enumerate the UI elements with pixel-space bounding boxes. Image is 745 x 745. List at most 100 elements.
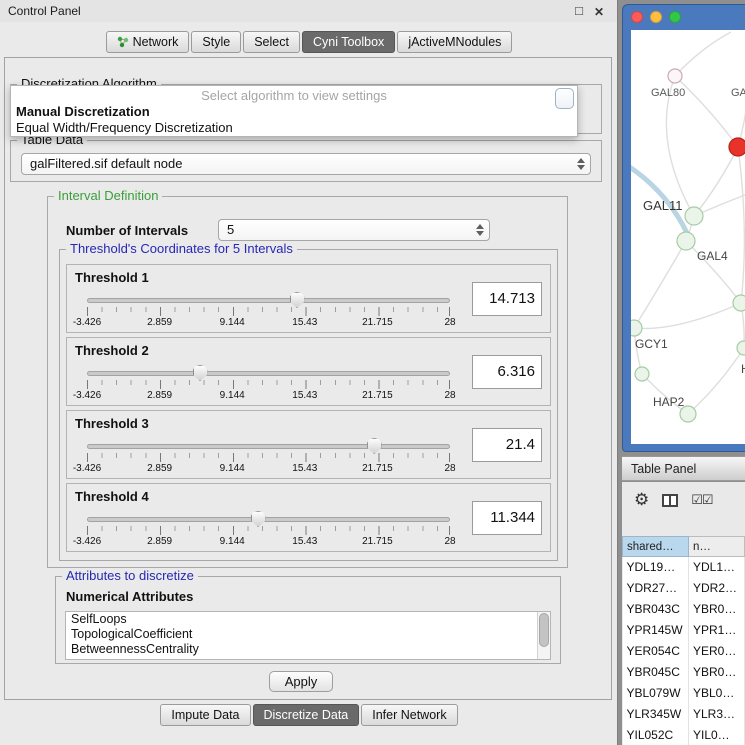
algorithm-dropdown-list: Select algorithm to view settings Manual…: [10, 85, 578, 137]
table-row[interactable]: YLR345WYLR3…: [623, 704, 745, 725]
table-row[interactable]: YBL079WYBL0…: [623, 683, 745, 704]
table-cell[interactable]: YBR043C: [623, 599, 689, 620]
table-cell[interactable]: YDL1…: [689, 557, 745, 578]
table-row[interactable]: YBR043CYBR0…: [623, 599, 745, 620]
tab-cyni-toolbox[interactable]: Cyni Toolbox: [302, 31, 395, 53]
dropdown-option-manual[interactable]: Manual Discretization: [16, 104, 150, 119]
network-edge[interactable]: [634, 241, 686, 328]
threshold-value-field[interactable]: 6.316: [472, 355, 542, 389]
table-cell[interactable]: YBR0…: [689, 599, 745, 620]
threshold-slider: -3.4262.8599.14415.4321.71528: [87, 362, 450, 404]
tab-select[interactable]: Select: [243, 31, 300, 53]
threshold-label: Threshold 4: [75, 489, 149, 504]
minimize-button[interactable]: [650, 11, 662, 23]
table-cell[interactable]: YLR3…: [689, 704, 745, 725]
table-cell[interactable]: YIL0…: [689, 725, 745, 745]
threshold-value-field[interactable]: 11.344: [472, 501, 542, 535]
list-item[interactable]: BetweennessCentrality: [66, 642, 550, 657]
column-header-name[interactable]: n…: [689, 537, 745, 557]
scrollbar-thumb[interactable]: [539, 613, 549, 647]
tab-infer-network[interactable]: Infer Network: [361, 704, 457, 726]
threshold-1-panel: Threshold 1 -3.4262.8599.14415.4321.7152…: [66, 264, 551, 333]
slider-tick-labels: -3.4262.8599.14415.4321.71528: [87, 390, 450, 402]
slider-track[interactable]: [87, 298, 450, 303]
network-edge[interactable]: [694, 147, 738, 216]
tab-style[interactable]: Style: [191, 31, 241, 53]
slider-handle[interactable]: [290, 292, 305, 308]
list-item[interactable]: TopologicalCoefficient: [66, 627, 550, 642]
list-item[interactable]: SelfLoops: [66, 612, 550, 627]
network-canvas-svg[interactable]: GAL80GAL8GAL11GAL4GCY1HAP2H: [631, 30, 745, 444]
network-edge[interactable]: [634, 303, 741, 328]
dropdown-option-equal-width[interactable]: Equal Width/Frequency Discretization: [16, 120, 233, 135]
interval-definition-group: Interval Definition Number of Intervals …: [47, 196, 568, 568]
column-header-shared-name[interactable]: shared…: [623, 537, 689, 557]
top-tab-bar: Network Style Select Cyni Toolbox jActiv…: [0, 31, 618, 53]
table-cell[interactable]: YDR27…: [623, 578, 689, 599]
table-cell[interactable]: YPR1…: [689, 620, 745, 641]
network-node[interactable]: [737, 341, 745, 355]
network-node[interactable]: [685, 207, 703, 225]
list-scrollbar[interactable]: [537, 612, 550, 659]
network-edge[interactable]: [738, 60, 745, 147]
table-row[interactable]: YIL052CYIL0…: [623, 725, 745, 745]
table-cell[interactable]: YBR0…: [689, 662, 745, 683]
tick-label: 21.715: [362, 536, 393, 547]
threshold-4-panel: Threshold 4 -3.4262.8599.14415.4321.7152…: [66, 483, 551, 552]
slider-handle[interactable]: [367, 438, 382, 454]
threshold-value-field[interactable]: 14.713: [472, 282, 542, 316]
table-cell[interactable]: YPR145W: [623, 620, 689, 641]
checkbox-icons[interactable]: ☑☑: [691, 493, 712, 507]
network-canvas[interactable]: GAL80GAL8GAL11GAL4GCY1HAP2H: [631, 30, 745, 444]
tab-network[interactable]: Network: [106, 31, 190, 53]
combo-arrow-fragment[interactable]: [555, 88, 574, 109]
group-title: Attributes to discretize: [62, 568, 198, 583]
network-node[interactable]: [729, 138, 745, 156]
tab-impute-data[interactable]: Impute Data: [160, 704, 250, 726]
float-window-icon[interactable]: □: [575, 3, 583, 19]
tab-discretize-data[interactable]: Discretize Data: [253, 704, 360, 726]
close-button[interactable]: [631, 11, 643, 23]
slider-track[interactable]: [87, 517, 450, 522]
table-row[interactable]: YDR27…YDR2…: [623, 578, 745, 599]
network-node[interactable]: [733, 295, 745, 311]
apply-button[interactable]: Apply: [269, 671, 333, 692]
network-edge[interactable]: [675, 32, 731, 76]
slider-handle[interactable]: [251, 511, 266, 527]
table-cell[interactable]: YBR045C: [623, 662, 689, 683]
slider-track[interactable]: [87, 444, 450, 449]
threshold-label: Threshold 2: [75, 343, 149, 358]
table-data-combobox[interactable]: galFiltered.sif default node: [21, 153, 591, 175]
group-title: Interval Definition: [54, 188, 162, 203]
table-data-group: Table Data galFiltered.sif default node: [10, 140, 602, 182]
table-cell[interactable]: YBL0…: [689, 683, 745, 704]
network-node[interactable]: [631, 320, 642, 336]
slider-handle[interactable]: [193, 365, 208, 381]
table-row[interactable]: YER054CYER0…: [623, 641, 745, 662]
network-node[interactable]: [677, 232, 695, 250]
number-of-intervals-combobox[interactable]: 5: [218, 219, 490, 241]
gear-icon[interactable]: ⚙: [634, 491, 649, 509]
table-cell[interactable]: YLR345W: [623, 704, 689, 725]
table-row[interactable]: YDL19…YDL1…: [623, 557, 745, 578]
slider-track[interactable]: [87, 371, 450, 376]
table-cell[interactable]: YIL052C: [623, 725, 689, 745]
threshold-value-field[interactable]: 21.4: [472, 428, 542, 462]
network-edge[interactable]: [688, 348, 744, 414]
threshold-slider: -3.4262.8599.14415.4321.71528: [87, 435, 450, 477]
columns-icon[interactable]: [662, 494, 678, 507]
table-row[interactable]: YBR045CYBR0…: [623, 662, 745, 683]
network-node[interactable]: [668, 69, 682, 83]
table-cell[interactable]: YER054C: [623, 641, 689, 662]
table-cell[interactable]: YDL19…: [623, 557, 689, 578]
table-cell[interactable]: YBL079W: [623, 683, 689, 704]
table-cell[interactable]: YER0…: [689, 641, 745, 662]
table-cell[interactable]: YDR2…: [689, 578, 745, 599]
tab-jactivemnodules[interactable]: jActiveMNodules: [397, 31, 512, 53]
network-node[interactable]: [635, 367, 649, 381]
close-panel-icon[interactable]: ✕: [594, 4, 604, 20]
table-row[interactable]: YPR145WYPR1…: [623, 620, 745, 641]
slider-ticks: [87, 526, 450, 535]
zoom-button[interactable]: [669, 11, 681, 23]
network-edge[interactable]: [738, 147, 744, 303]
